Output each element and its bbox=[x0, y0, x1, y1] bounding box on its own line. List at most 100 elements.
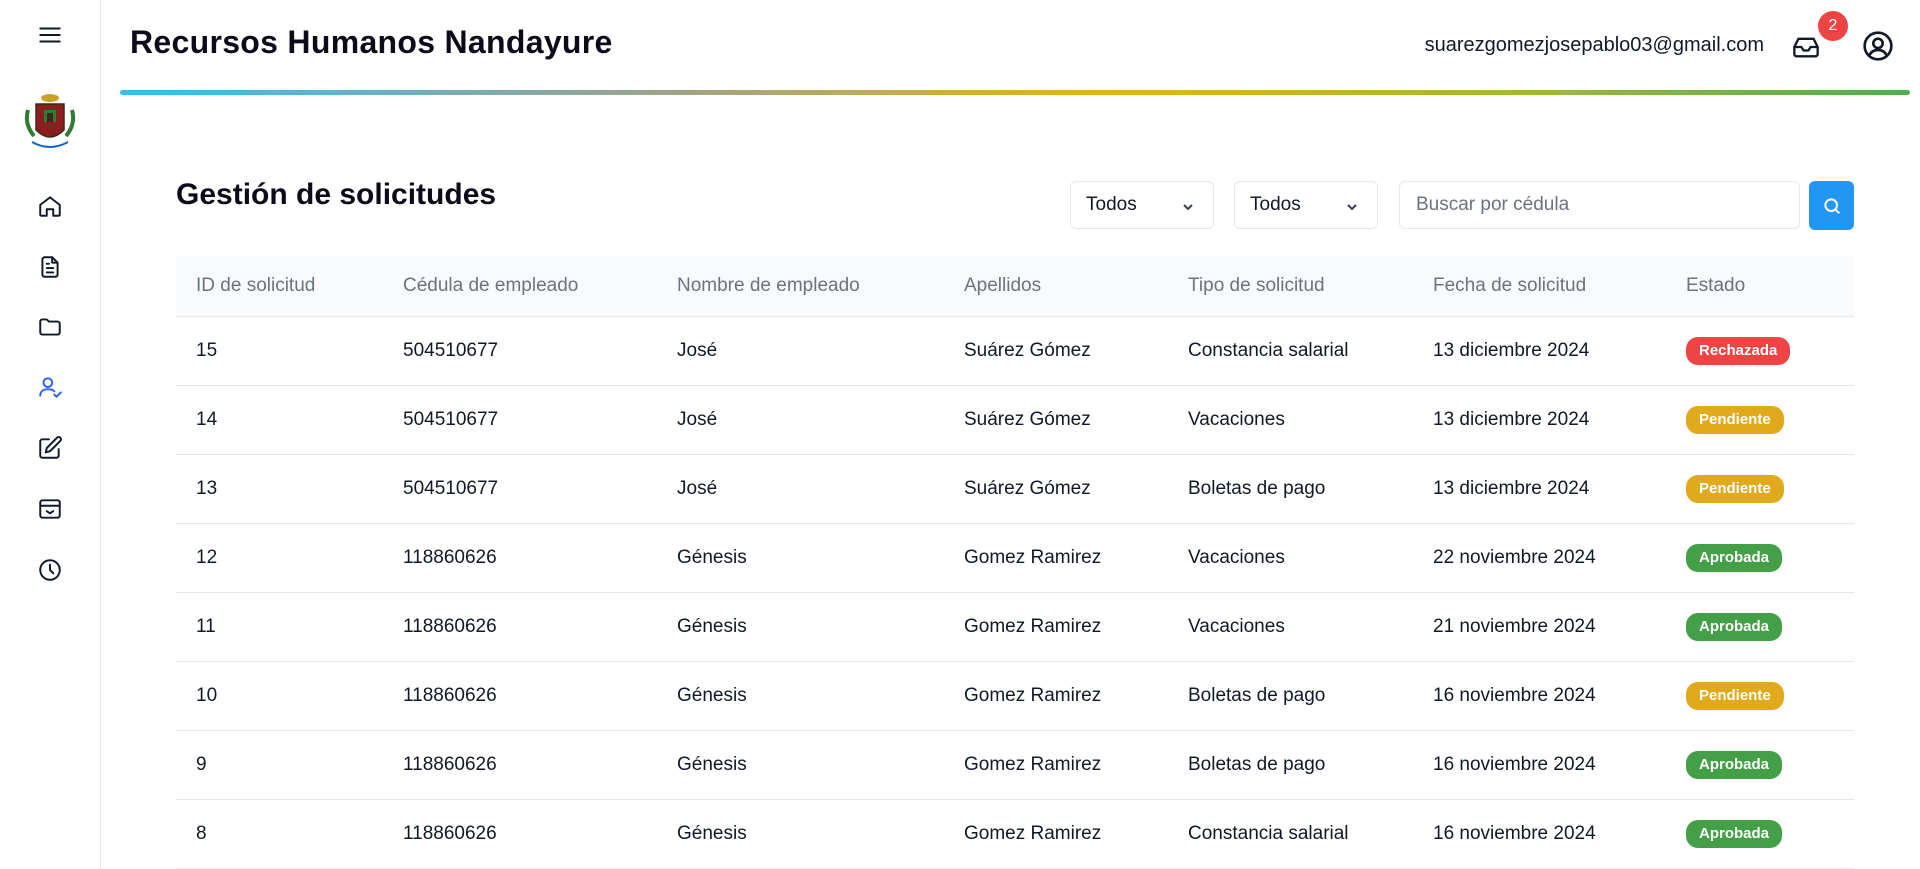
table-cell-tipo: Boletas de pago bbox=[1188, 478, 1326, 499]
table-cell-apellidos: Gomez Ramirez bbox=[964, 754, 1102, 775]
inbox-icon[interactable] bbox=[1788, 30, 1824, 64]
table-cell-fecha: 13 diciembre 2024 bbox=[1433, 478, 1590, 499]
table-cell-tipo: Constancia salarial bbox=[1188, 823, 1349, 844]
table-row[interactable]: 8 118860626 Génesis Gomez Ramirez Constancia… bbox=[176, 800, 1854, 869]
table-cell-fecha: 16 noviembre 2024 bbox=[1433, 823, 1596, 844]
table-body: 15 504510677 José Suárez Gómez Constancia sa… bbox=[176, 317, 1854, 869]
table-cell-apellidos: Suárez Gómez bbox=[964, 409, 1091, 430]
column-header[interactable]: Apellidos bbox=[964, 275, 1041, 297]
table-cell-id: 15 bbox=[196, 340, 218, 361]
table-cell-cedula: 118860626 bbox=[403, 616, 497, 637]
table-cell-tipo: Vacaciones bbox=[1188, 409, 1285, 430]
table-cell-tipo: Boletas de pago bbox=[1188, 754, 1326, 775]
table-row[interactable]: 14 504510677 José Suárez Gómez Vacaciones 13 … bbox=[176, 386, 1854, 455]
table-row[interactable]: 9 118860626 Génesis Gomez Ramirez Boletas de… bbox=[176, 731, 1854, 800]
table-cell-cedula: 504510677 bbox=[403, 409, 499, 430]
column-header[interactable]: Nombre de empleado bbox=[677, 275, 860, 297]
type-filter-select[interactable]: Todos bbox=[1070, 181, 1214, 229]
table-cell-id: 10 bbox=[196, 685, 218, 706]
table-cell-tipo: Boletas de pago bbox=[1188, 685, 1326, 706]
status-cell: Pendiente bbox=[1686, 406, 1784, 434]
table-cell-id: 8 bbox=[196, 823, 207, 844]
user-email: suarezgomezjosepablo03@gmail.com bbox=[1424, 34, 1764, 56]
archive-icon[interactable] bbox=[30, 489, 70, 529]
table-cell-cedula: 504510677 bbox=[403, 340, 499, 361]
edit-icon[interactable] bbox=[30, 428, 70, 468]
table-cell-apellidos: Suárez Gómez bbox=[964, 478, 1091, 499]
column-header[interactable]: Cédula de empleado bbox=[403, 275, 578, 297]
app-title: Recursos Humanos Nandayure bbox=[130, 24, 613, 60]
municipality-logo bbox=[22, 90, 78, 152]
type-filter-value: Todos bbox=[1086, 194, 1137, 215]
table-cell-id: 14 bbox=[196, 409, 218, 430]
table-cell-cedula: 118860626 bbox=[403, 547, 497, 568]
table-cell-nombre: Génesis bbox=[677, 685, 747, 706]
status-badge: Pendiente bbox=[1686, 682, 1784, 710]
requests-table: ID de solicitud Cédula de empleado Nombr… bbox=[176, 256, 1854, 869]
search-icon bbox=[1823, 197, 1840, 214]
chevron-down-icon bbox=[1181, 198, 1195, 212]
status-cell: Pendiente bbox=[1686, 682, 1784, 710]
status-badge: Aprobada bbox=[1686, 613, 1783, 641]
column-header[interactable]: Estado bbox=[1686, 275, 1745, 297]
column-header[interactable]: ID de solicitud bbox=[196, 275, 315, 297]
table-cell-apellidos: Gomez Ramirez bbox=[964, 547, 1102, 568]
status-badge: Rechazada bbox=[1686, 337, 1791, 365]
table-cell-nombre: José bbox=[677, 409, 718, 430]
status-badge: Pendiente bbox=[1686, 406, 1784, 434]
status-cell: Aprobada bbox=[1686, 613, 1783, 641]
table-cell-cedula: 118860626 bbox=[403, 685, 497, 706]
status-cell: Aprobada bbox=[1686, 544, 1783, 572]
status-filter-select[interactable]: Todos bbox=[1234, 181, 1378, 229]
folder-icon[interactable] bbox=[30, 307, 70, 347]
menu-icon[interactable] bbox=[30, 15, 70, 55]
table-cell-id: 12 bbox=[196, 547, 218, 568]
home-icon[interactable] bbox=[30, 186, 70, 226]
table-cell-cedula: 118860626 bbox=[403, 754, 497, 775]
table-cell-fecha: 16 noviembre 2024 bbox=[1433, 685, 1596, 706]
table-cell-cedula: 504510677 bbox=[403, 478, 499, 499]
status-cell: Pendiente bbox=[1686, 475, 1784, 503]
status-cell: Aprobada bbox=[1686, 751, 1783, 779]
table-cell-fecha: 16 noviembre 2024 bbox=[1433, 754, 1596, 775]
header: Recursos Humanos Nandayure suarezgomezjo… bbox=[100, 0, 1920, 96]
table-header: ID de solicitud Cédula de empleado Nombr… bbox=[176, 256, 1854, 317]
status-cell: Rechazada bbox=[1686, 337, 1791, 365]
user-check-icon[interactable] bbox=[30, 367, 70, 407]
table-cell-apellidos: Gomez Ramirez bbox=[964, 823, 1102, 844]
table-row[interactable]: 15 504510677 José Suárez Gómez Constancia sa… bbox=[176, 317, 1854, 386]
table-cell-cedula: 118860626 bbox=[403, 823, 497, 844]
table-cell-id: 13 bbox=[196, 478, 218, 499]
document-icon[interactable] bbox=[30, 247, 70, 287]
table-cell-tipo: Vacaciones bbox=[1188, 616, 1285, 637]
table-cell-apellidos: Suárez Gómez bbox=[964, 340, 1091, 361]
status-badge: Aprobada bbox=[1686, 751, 1783, 779]
sidebar bbox=[0, 0, 101, 869]
table-row[interactable]: 10 118860626 Génesis Gomez Ramirez Boletas d… bbox=[176, 662, 1854, 731]
table-cell-fecha: 22 noviembre 2024 bbox=[1433, 547, 1596, 568]
search-button[interactable] bbox=[1809, 181, 1854, 230]
table-cell-apellidos: Gomez Ramirez bbox=[964, 616, 1102, 637]
table-row[interactable]: 12 118860626 Génesis Gomez Ramirez Vacacione… bbox=[176, 524, 1854, 593]
table-row[interactable]: 13 504510677 José Suárez Gómez Boletas de pa… bbox=[176, 455, 1854, 524]
table-cell-fecha: 13 diciembre 2024 bbox=[1433, 409, 1590, 430]
table-cell-nombre: Génesis bbox=[677, 823, 747, 844]
table-cell-fecha: 13 diciembre 2024 bbox=[1433, 340, 1590, 361]
table-row[interactable]: 11 118860626 Génesis Gomez Ramirez Vacacione… bbox=[176, 593, 1854, 662]
table-cell-tipo: Vacaciones bbox=[1188, 547, 1285, 568]
column-header[interactable]: Fecha de solicitud bbox=[1433, 275, 1586, 297]
column-header[interactable]: Tipo de solicitud bbox=[1188, 275, 1325, 297]
table-cell-id: 11 bbox=[196, 616, 216, 637]
table-cell-tipo: Constancia salarial bbox=[1188, 340, 1349, 361]
clock-icon[interactable] bbox=[30, 550, 70, 590]
table-cell-fecha: 21 noviembre 2024 bbox=[1433, 616, 1596, 637]
table-cell-nombre: Génesis bbox=[677, 547, 747, 568]
status-filter-value: Todos bbox=[1250, 194, 1301, 215]
search-input[interactable] bbox=[1399, 181, 1800, 229]
table-cell-nombre: Génesis bbox=[677, 616, 747, 637]
table-cell-nombre: José bbox=[677, 478, 718, 499]
status-badge: Aprobada bbox=[1686, 544, 1783, 572]
table-cell-nombre: José bbox=[677, 340, 718, 361]
table-cell-id: 9 bbox=[196, 754, 207, 775]
user-profile-icon[interactable] bbox=[1860, 28, 1896, 64]
